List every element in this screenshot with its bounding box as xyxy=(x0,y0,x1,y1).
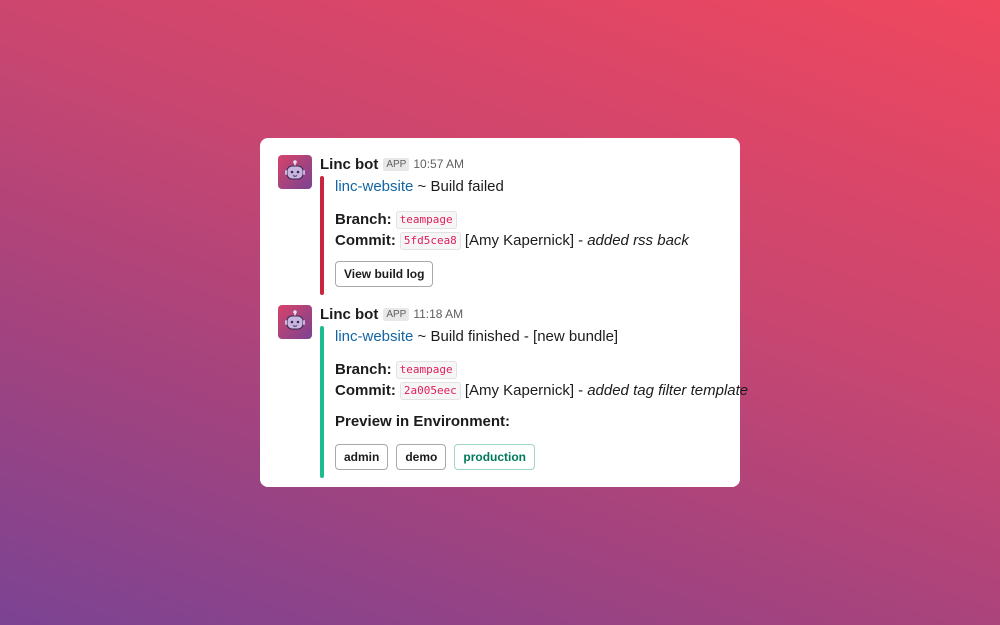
title-text: ~ Build finished - [new bundle] xyxy=(417,328,619,345)
branch-code: teampage xyxy=(395,210,457,229)
status-bar-success xyxy=(320,326,324,478)
robot-icon xyxy=(285,160,305,180)
message-build-failed: Linc bot APP 10:57 AM linc-website ~ Bui… xyxy=(278,155,722,295)
preview-label: Preview in Environment: xyxy=(335,413,511,430)
admin-button[interactable]: admin xyxy=(335,444,389,470)
commit-line: Commit: 5fd5cea8 [Amy Kapernick] - added… xyxy=(335,230,722,251)
commit-author: [Amy Kapernick] - xyxy=(464,382,584,399)
robot-icon xyxy=(285,310,305,330)
commit-hash: 2a005eec xyxy=(399,381,461,400)
commit-message: added tag filter template xyxy=(587,382,749,399)
commit-line: Commit: 2a005eec [Amy Kapernick] - added… xyxy=(335,380,748,401)
branch-label: Branch: xyxy=(335,361,392,378)
bot-avatar[interactable] xyxy=(278,155,312,189)
message-card: Linc bot APP 10:57 AM linc-website ~ Bui… xyxy=(260,138,748,487)
repo-link[interactable]: linc-website xyxy=(335,178,413,195)
build-attachment: linc-website ~ Build finished - [new bun… xyxy=(320,326,748,478)
timestamp[interactable]: 11:18 AM xyxy=(413,307,463,321)
build-attachment: linc-website ~ Build failed Branch: team… xyxy=(320,176,722,295)
sender-name[interactable]: Linc bot xyxy=(320,156,378,173)
status-bar-failed xyxy=(320,176,324,295)
branch-label: Branch: xyxy=(335,211,392,228)
view-build-log-button[interactable]: View build log xyxy=(335,261,434,287)
branch-line: Branch: teampage xyxy=(335,209,722,230)
production-button[interactable]: production xyxy=(454,444,536,470)
bot-avatar[interactable] xyxy=(278,305,312,339)
timestamp[interactable]: 10:57 AM xyxy=(413,157,464,171)
attachment-title: linc-website ~ Build finished - [new bun… xyxy=(335,326,748,347)
commit-label: Commit: xyxy=(335,232,396,249)
branch-code: teampage xyxy=(395,360,457,379)
demo-button[interactable]: demo xyxy=(396,444,447,470)
repo-link[interactable]: linc-website xyxy=(335,328,413,345)
title-text: ~ Build failed xyxy=(417,178,504,195)
app-badge: APP xyxy=(383,307,410,321)
commit-author: [Amy Kapernick] - xyxy=(464,232,584,249)
app-badge: APP xyxy=(383,157,410,171)
commit-hash: 5fd5cea8 xyxy=(399,231,461,250)
commit-label: Commit: xyxy=(335,382,396,399)
branch-line: Branch: teampage xyxy=(335,359,748,380)
commit-message: added rss back xyxy=(587,232,689,249)
attachment-title: linc-website ~ Build failed xyxy=(335,176,722,197)
message-build-finished: Linc bot APP 11:18 AM linc-website ~ Bui… xyxy=(278,305,748,478)
sender-name[interactable]: Linc bot xyxy=(320,306,378,323)
